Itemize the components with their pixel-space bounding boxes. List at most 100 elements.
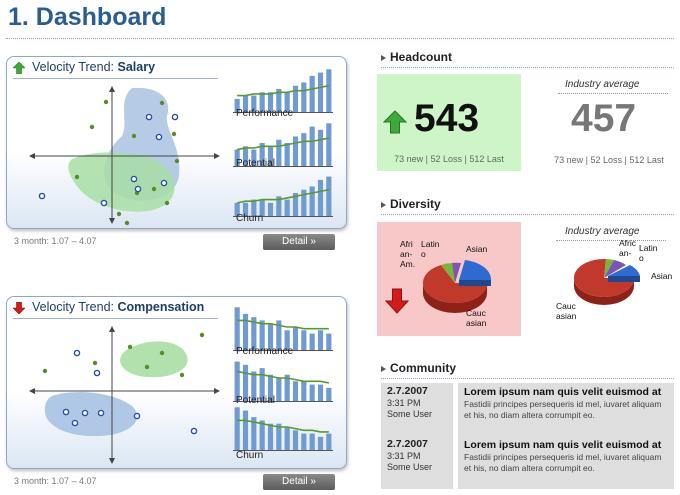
sparkline-performance — [233, 69, 333, 113]
detail-button[interactable]: Detail » — [263, 474, 335, 490]
section-divider — [381, 67, 674, 68]
diversity-box: Afri an- Am. Latin o Asian Cauc asian — [377, 222, 521, 336]
sparkline-bar — [326, 123, 332, 166]
pie-label-latino: Latin o — [639, 243, 658, 263]
sparkline-bar — [234, 307, 240, 350]
sparkline-bar — [292, 136, 299, 166]
post-body: Fastidii principes persequeris id mel, i… — [464, 399, 662, 420]
scatter-plot-compensation — [29, 326, 220, 464]
sparkline-performance — [233, 307, 333, 351]
post-body: Fastidii principes persequeris id mel, i… — [464, 452, 662, 473]
sparkline-bar — [276, 139, 282, 166]
post-meta: 2.7.2007 3:31 PM Some User — [381, 436, 453, 489]
sparkline-bar — [317, 330, 324, 350]
post-date: 2.7.2007 — [387, 438, 428, 450]
sparkline-bar — [276, 378, 282, 401]
trend-up-arrow-icon — [383, 110, 407, 134]
post-time: 3:31 PM — [387, 450, 421, 461]
sparkline-bar — [267, 423, 274, 450]
bullet-triangle-icon — [381, 365, 386, 372]
headcount-breakdown: 73 new | 52 Loss | 512 Last — [394, 154, 504, 164]
sparkline-bar — [317, 436, 324, 450]
velocity-title-name: Salary — [117, 60, 156, 74]
sparkline-bar — [284, 143, 290, 166]
sparkline-bar — [317, 129, 324, 166]
sparkline-trend-line — [237, 419, 329, 433]
detail-button[interactable]: Detail » — [263, 234, 335, 250]
date-range-label: 3 month: 1.07 – 4.07 — [14, 236, 97, 246]
industry-divider — [558, 93, 668, 94]
section-heading-text: Headcount — [390, 50, 453, 64]
sparkline-trend-line — [237, 84, 329, 97]
sparkline-bar — [326, 69, 332, 112]
sparkline-bar — [292, 430, 299, 450]
velocity-panel-compensation: Velocity Trend: Compensation Performance… — [6, 296, 347, 469]
velocity-title-prefix: Velocity Trend: — [32, 300, 114, 314]
post-title[interactable]: Lorem ipsum nam quis velit euismod at — [464, 439, 668, 452]
post-user[interactable]: Some User — [387, 462, 447, 474]
sparkline-bar — [284, 199, 290, 216]
pie-label-african: Afric an- — [619, 238, 636, 258]
page-title: 1. Dashboard — [8, 3, 167, 31]
sparkline-bar — [317, 72, 324, 112]
sparkline-bar — [292, 381, 299, 401]
sparkline-trend-line — [237, 319, 329, 330]
section-heading-headcount: Headcount — [381, 50, 452, 64]
industry-divider — [556, 240, 666, 241]
post-meta: 2.7.2007 3:31 PM Some User — [381, 383, 453, 436]
post-user[interactable]: Some User — [387, 409, 447, 421]
velocity-panel-salary: Velocity Trend: Salary Performance Poten… — [6, 56, 347, 229]
sparkline-bar — [292, 327, 299, 350]
pie-label-asian: Asian — [651, 271, 673, 281]
sparkline-bar — [242, 410, 249, 450]
pie-label-latino: Latin o — [421, 239, 440, 259]
sparkline-bar — [292, 85, 299, 112]
velocity-title-prefix: Velocity Trend: — [32, 60, 114, 74]
date-range-label: 3 month: 1.07 – 4.07 — [14, 476, 97, 486]
section-heading-diversity: Diversity — [381, 197, 441, 211]
sparkline-bar — [309, 384, 315, 401]
post-date: 2.7.2007 — [387, 385, 428, 397]
industry-headcount-value: 457 — [571, 97, 637, 140]
sparkline-bar — [301, 133, 307, 166]
pie-label-caucasian: Cauc asian — [466, 308, 487, 328]
sparkline-bar — [317, 179, 324, 216]
post-title[interactable]: Lorem ipsum nam quis velit euismod at — [464, 386, 668, 399]
bullet-triangle-icon — [381, 54, 386, 61]
sparkline-bar — [317, 384, 324, 401]
sparkline-churn — [233, 407, 333, 451]
sparkline-bar — [284, 427, 290, 450]
section-divider — [381, 378, 674, 379]
industry-average-label: Industry average — [565, 226, 640, 237]
sparkline-bar — [326, 433, 332, 450]
sparkline-label: Churn — [236, 213, 264, 224]
bullet-triangle-icon — [381, 201, 386, 208]
pie-label-asian: Asian — [466, 244, 488, 254]
sparkline-label: Potential — [236, 158, 275, 169]
velocity-title: Velocity Trend: Compensation — [32, 300, 204, 314]
pie-label-caucasian: Cauc asian — [556, 301, 577, 321]
post-content: Lorem ipsum nam quis velit euismod at Fa… — [458, 436, 674, 489]
pie-label-african: Afri an- Am. — [400, 239, 416, 269]
section-heading-text: Diversity — [390, 197, 441, 211]
sparkline-bar — [242, 313, 249, 350]
post-time: 3:31 PM — [387, 397, 421, 408]
sparkline-bar — [326, 333, 332, 350]
title-divider — [6, 38, 674, 39]
sparkline-trend-line — [237, 137, 329, 151]
velocity-title-name: Compensation — [117, 300, 205, 314]
sparkline-bar — [326, 176, 332, 216]
section-divider — [381, 214, 674, 215]
sparkline-bar — [301, 433, 307, 450]
sparkline-bar — [309, 75, 315, 112]
industry-average-label: Industry average — [565, 79, 640, 90]
sparkline-trend-line — [237, 370, 329, 384]
header-divider — [13, 318, 218, 319]
scatter-plot-salary — [29, 86, 220, 226]
trend-down-arrow-icon — [385, 288, 409, 314]
sparkline-bar — [234, 407, 240, 450]
sparkline-label: Churn — [236, 450, 264, 461]
velocity-title: Velocity Trend: Salary — [32, 60, 155, 74]
sparkline-bar — [301, 330, 307, 350]
sparkline-trend-line — [237, 188, 329, 204]
